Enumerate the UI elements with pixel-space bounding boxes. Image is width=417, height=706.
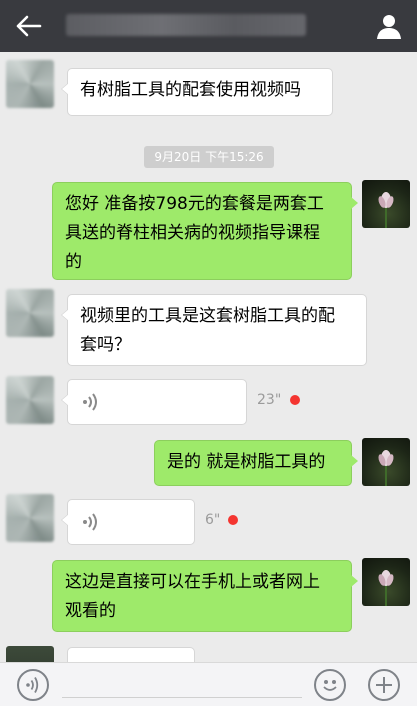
voice-wave-icon [26, 677, 39, 693]
message-list[interactable]: 有树脂工具的配套使用视频吗 9月20日 下午15:26 您好 准备按798元的套… [0, 52, 417, 662]
flower-avatar-image [378, 450, 394, 486]
avatar[interactable] [362, 180, 410, 228]
voice-duration: 6" [205, 512, 221, 528]
message-bubble-sent[interactable]: 您好 准备按798元的套餐是两套工 具送的脊柱相关病的视频指导课程 的 [52, 182, 358, 280]
message-bubble-received[interactable]: 视频里的工具是这套树脂工具的配 套吗？ [61, 294, 367, 366]
message-text: 是的 就是树脂工具的 [167, 452, 326, 472]
unread-dot [228, 515, 238, 525]
message-text-line: 这边是直接可以在手机上或者网上 [65, 572, 320, 592]
voice-wave-icon [83, 393, 97, 411]
smiley-icon [323, 680, 337, 691]
voice-duration: 23" [257, 392, 282, 408]
flower-avatar-image [378, 192, 394, 228]
back-button[interactable] [14, 12, 44, 40]
avatar[interactable] [362, 558, 410, 606]
voice-message-bubble[interactable] [61, 499, 195, 545]
message-text: 有树脂工具的配套使用视频吗 [80, 80, 301, 100]
message-bubble-received[interactable] [67, 647, 195, 662]
top-bar [0, 0, 417, 52]
chat-title-blurred [66, 14, 306, 36]
more-button[interactable] [368, 669, 400, 701]
emoji-button[interactable] [314, 669, 346, 701]
avatar[interactable] [6, 646, 54, 662]
timestamp: 9月20日 下午15:26 [144, 146, 274, 168]
input-bar [0, 662, 417, 706]
message-bubble-sent[interactable]: 这边是直接可以在手机上或者网上 观看的 [52, 560, 358, 632]
message-bubble-sent[interactable]: 是的 就是树脂工具的 [154, 440, 358, 486]
message-text-line: 您好 准备按798元的套餐是两套工 [65, 194, 324, 214]
message-text-line: 具送的脊柱相关病的视频指导课程 [65, 223, 320, 243]
avatar[interactable] [6, 289, 54, 337]
message-text-line: 的 [65, 252, 82, 272]
avatar[interactable] [362, 438, 410, 486]
voice-input-toggle[interactable] [17, 669, 49, 701]
flower-avatar-image [378, 570, 394, 606]
message-text-line: 观看的 [65, 601, 116, 621]
avatar[interactable] [6, 494, 54, 542]
voice-message-bubble[interactable] [61, 379, 247, 425]
unread-dot [290, 395, 300, 405]
profile-button[interactable] [375, 12, 403, 40]
avatar[interactable] [6, 376, 54, 424]
arrow-left-icon [16, 15, 42, 37]
message-input[interactable] [62, 697, 302, 698]
avatar[interactable] [6, 60, 54, 108]
person-icon [377, 15, 401, 39]
message-text-line: 视频里的工具是这套树脂工具的配 [80, 306, 335, 326]
message-bubble-received[interactable]: 有树脂工具的配套使用视频吗 [61, 68, 333, 116]
voice-wave-icon [83, 513, 97, 531]
plus-icon [376, 677, 392, 693]
message-text-line: 套吗？ [80, 335, 131, 355]
